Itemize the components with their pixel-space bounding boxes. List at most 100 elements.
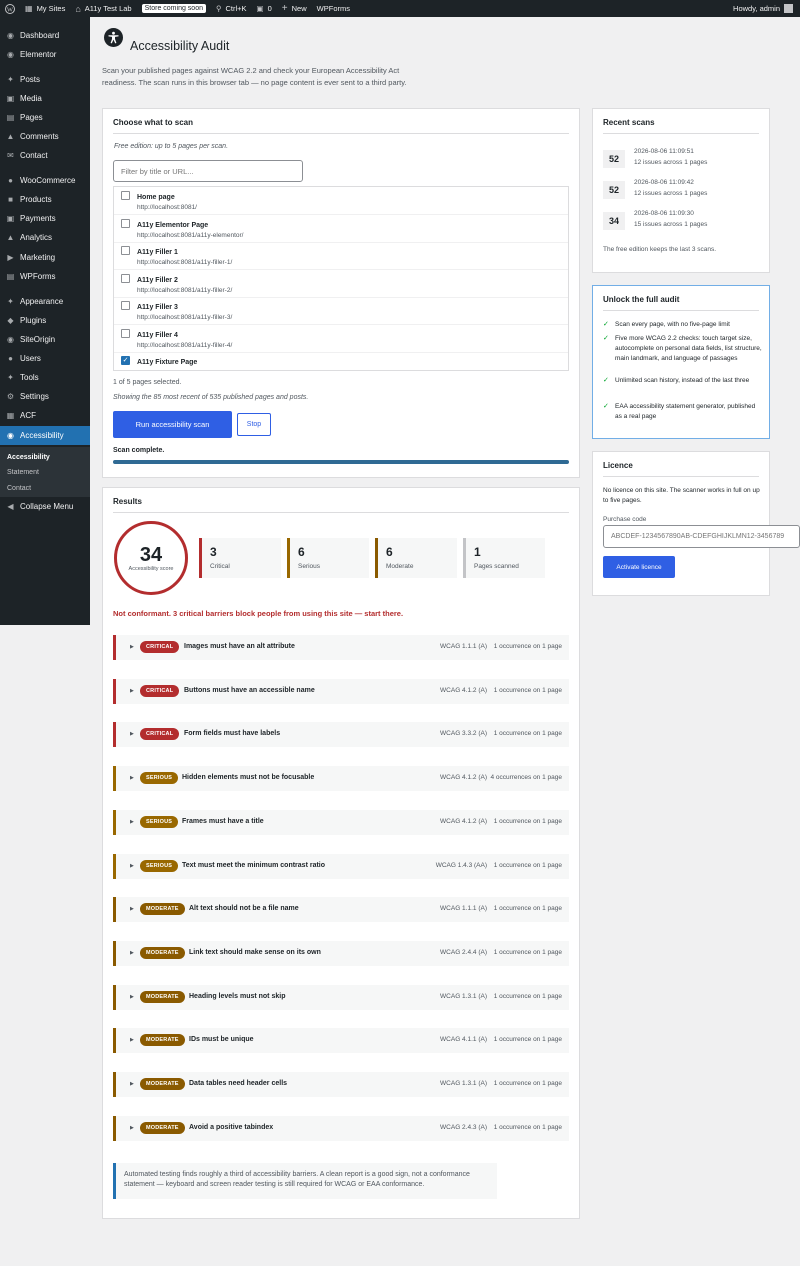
recent-scan-row[interactable]: 34 2026-08-06 11:09:30 15 issues across … <box>603 207 759 235</box>
page-row[interactable]: ✓ A11y Fixture Page <box>114 352 568 370</box>
issue-row[interactable]: ▶ MODERATE IDs must be unique WCAG 4.1.1… <box>113 1028 569 1054</box>
sidebar-item-elementor[interactable]: ◉ Elementor <box>0 45 90 64</box>
analytics-icon: ▲ <box>6 233 15 242</box>
sidebar-item-tools[interactable]: ✦ Tools <box>0 368 90 387</box>
sidebar-item-settings[interactable]: ⚙ Settings <box>0 387 90 406</box>
wpforms-menu[interactable]: WPForms <box>312 0 355 17</box>
issue-row[interactable]: ▶ SERIOUS Text must meet the minimum con… <box>113 853 569 879</box>
page-row[interactable]: A11y Elementor Page http://localhost:808… <box>114 215 568 243</box>
expand-triangle-icon[interactable]: ▶ <box>130 950 134 956</box>
issue-row[interactable]: ▶ CRITICAL Form fields must have labels … <box>113 722 569 748</box>
page-checkbox[interactable] <box>121 301 130 310</box>
page-checkbox[interactable] <box>121 328 130 338</box>
submenu-contact[interactable]: Contact <box>7 485 31 492</box>
page-row[interactable]: A11y Filler 4 http://localhost:8081/a11y… <box>114 325 568 353</box>
sidebar-item-woocommerce[interactable]: ● WooCommerce <box>0 171 90 190</box>
expand-triangle-icon[interactable]: ▶ <box>130 906 134 912</box>
expand-triangle-icon[interactable]: ▶ <box>130 644 134 650</box>
expand-triangle-icon[interactable]: ▶ <box>130 688 134 694</box>
new-content-menu[interactable]: + New <box>277 0 312 17</box>
page-checkbox[interactable]: ✓ <box>121 356 130 365</box>
stop-button[interactable]: Stop <box>237 413 271 436</box>
command-palette[interactable]: ⚲ Ctrl+K <box>211 0 252 17</box>
account-menu[interactable]: Howdy, admin <box>733 4 800 13</box>
issue-row[interactable]: ▶ MODERATE Heading levels must not skip … <box>113 984 569 1010</box>
sidebar-item-label: SiteOrigin <box>20 335 56 344</box>
issue-row[interactable]: ▶ MODERATE Data tables need header cells… <box>113 1072 569 1097</box>
issue-row[interactable]: ▶ CRITICAL Buttons must have an accessib… <box>113 678 569 704</box>
submenu-accessibility[interactable]: Accessibility <box>7 454 50 461</box>
store-badge[interactable]: Store coming soon <box>141 4 206 13</box>
scan-card-title: Choose what to scan <box>113 118 194 127</box>
sidebar-item-products[interactable]: ■ Products <box>0 190 90 209</box>
submenu-statement[interactable]: Statement <box>7 469 39 476</box>
page-row[interactable]: A11y Filler 2 http://localhost:8081/a11y… <box>114 270 568 298</box>
sidebar-item-wpforms[interactable]: ▤ WPForms <box>0 267 90 286</box>
expand-triangle-icon[interactable]: ▶ <box>130 819 134 825</box>
recent-scan-row[interactable]: 52 2026-08-06 11:09:42 12 issues across … <box>603 176 759 204</box>
activate-licence-button[interactable]: Activate licence <box>603 556 675 578</box>
sidebar-item-plugins[interactable]: ◆ Plugins <box>0 311 90 330</box>
issue-title: Heading levels must not skip <box>189 992 286 1000</box>
wordpress-logo[interactable]: W <box>0 0 20 17</box>
unlock-feature: ✓ Unlimited scan history, instead of the … <box>603 376 763 386</box>
expand-triangle-icon[interactable]: ▶ <box>130 863 134 869</box>
expand-triangle-icon[interactable]: ▶ <box>130 775 134 781</box>
sidebar-item-accessibility[interactable]: ◉ Accessibility <box>0 426 90 445</box>
severity-badge: CRITICAL <box>140 728 180 741</box>
page-url: http://localhost:8081/a11y-filler-4/ <box>137 341 233 349</box>
recent-scan-row[interactable]: 52 2026-08-06 11:09:51 12 issues across … <box>603 145 759 173</box>
sidebar-item-media[interactable]: ▣ Media <box>0 89 90 108</box>
sidebar-item-posts[interactable]: ✦ Posts <box>0 70 90 89</box>
expand-triangle-icon[interactable]: ▶ <box>130 731 134 737</box>
sidebar-item-contact[interactable]: ✉ Contact <box>0 146 90 165</box>
sidebar-item-acf[interactable]: ▦ ACF <box>0 406 90 425</box>
sidebar-item-label: ACF <box>20 411 36 420</box>
page-row[interactable]: A11y Filler 3 http://localhost:8081/a11y… <box>114 297 568 325</box>
sidebar-item-dashboard[interactable]: ◉ Dashboard <box>0 26 90 45</box>
page-checkbox[interactable] <box>121 246 130 255</box>
issue-row[interactable]: ▶ SERIOUS Hidden elements must not be fo… <box>113 766 569 792</box>
expand-triangle-icon[interactable]: ▶ <box>130 1081 134 1087</box>
page-list[interactable]: Home page http://localhost:8081/ A11y El… <box>113 186 569 371</box>
page-checkbox[interactable] <box>121 191 130 200</box>
sidebar-item-siteorigin[interactable]: ◉ SiteOrigin <box>0 330 90 349</box>
site-name-menu[interactable]: ⌂ A11y Test Lab <box>70 0 136 17</box>
expand-triangle-icon[interactable]: ▶ <box>130 994 134 1000</box>
filter-input[interactable] <box>113 160 303 182</box>
search-shortcut: Ctrl+K <box>225 4 247 13</box>
sidebar-item-comments[interactable]: ▲ Comments <box>0 127 90 146</box>
page-row[interactable]: Home page http://localhost:8081/ <box>114 187 568 215</box>
scan-score: 34 <box>603 212 625 230</box>
sidebar-item-pages[interactable]: ▤ Pages <box>0 108 90 127</box>
sidebar-item-payments[interactable]: ▣ Payments <box>0 209 90 228</box>
page-checkbox[interactable] <box>121 218 130 228</box>
wcag-reference: WCAG 4.1.2 (A) <box>440 774 487 782</box>
page-checkbox[interactable] <box>121 273 130 283</box>
run-scan-button[interactable]: Run accessibility scan <box>113 411 232 438</box>
sidebar-item-appearance[interactable]: ✦ Appearance <box>0 292 90 311</box>
issue-title: IDs must be unique <box>189 1036 254 1044</box>
occurrence-count: 1 occurrence on 1 page <box>493 730 562 738</box>
purchase-code-input[interactable] <box>603 525 800 548</box>
sidebar-item-users[interactable]: ● Users <box>0 349 90 368</box>
issue-row[interactable]: ▶ CRITICAL Images must have an alt attri… <box>113 635 569 660</box>
licence-status: No licence on this site. The scanner wor… <box>603 487 760 504</box>
my-sites-menu[interactable]: ▦ My Sites <box>20 0 70 17</box>
sidebar-item-label: WPForms <box>20 272 56 281</box>
expand-triangle-icon[interactable]: ▶ <box>130 1125 134 1131</box>
sidebar-item-analytics[interactable]: ▲ Analytics <box>0 228 90 247</box>
issue-row[interactable]: ▶ MODERATE Avoid a positive tabindex WCA… <box>113 1115 569 1141</box>
recent-scans-card: Recent scans 52 2026-08-06 11:09:51 12 i… <box>592 108 770 273</box>
comments-link[interactable]: ▣ 0 <box>252 0 277 17</box>
issue-row[interactable]: ▶ MODERATE Link text should make sense o… <box>113 940 569 966</box>
sidebar-item-marketing[interactable]: ▶ Marketing <box>0 248 90 267</box>
collapse-menu-button[interactable]: ◀ Collapse Menu <box>0 497 90 516</box>
expand-triangle-icon[interactable]: ▶ <box>130 1037 134 1043</box>
page-row[interactable]: A11y Filler 1 http://localhost:8081/a11y… <box>114 242 568 270</box>
issue-row[interactable]: ▶ MODERATE Alt text should not be a file… <box>113 897 569 923</box>
issue-row[interactable]: ▶ SERIOUS Frames must have a title WCAG … <box>113 809 569 835</box>
results-title: Results <box>113 497 142 506</box>
divider <box>603 133 759 134</box>
products-icon: ■ <box>8 195 13 204</box>
